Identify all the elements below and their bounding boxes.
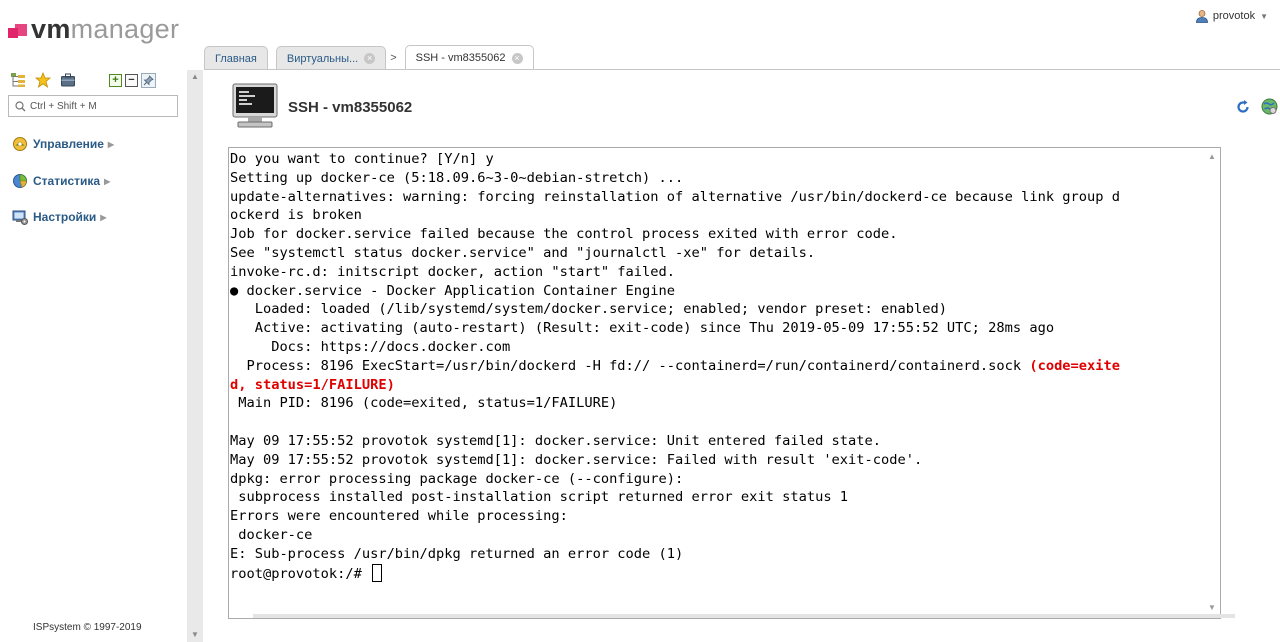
sidebar: + − Управление ▶ Статистика ▶ Настройки … xyxy=(0,62,186,642)
tab-label: SSH - vm8355062 xyxy=(415,52,506,64)
page-title: SSH - vm8355062 xyxy=(288,99,413,116)
scroll-up-arrow-icon[interactable]: ▲ xyxy=(1208,152,1216,161)
collapse-all-icon[interactable]: − xyxy=(125,73,138,87)
terminal-line: update-alternatives: warning: forcing re… xyxy=(230,188,1120,205)
sidebar-item-settings[interactable]: Настройки ▶ xyxy=(12,209,106,225)
logo-text-manager: manager xyxy=(70,13,180,44)
terminal-line-text: Process: 8196 ExecStart=/usr/bin/dockerd… xyxy=(230,357,1030,374)
expand-all-icon[interactable]: + xyxy=(109,73,122,87)
terminal-line: dpkg: error processing package docker-ce… xyxy=(230,470,684,487)
pie-chart-icon xyxy=(13,174,27,188)
terminal-line: Job for docker.service failed because th… xyxy=(230,226,898,243)
terminal-line: Setting up docker-ce (5:18.09.6~3-0~debi… xyxy=(230,169,684,186)
close-icon[interactable]: × xyxy=(511,52,523,64)
tab-label: Виртуальны... xyxy=(286,52,359,65)
terminal-cursor xyxy=(372,563,383,582)
ssh-terminal[interactable]: Do you want to continue? [Y/n] y Setting … xyxy=(228,147,1221,619)
error-text: (code=exite xyxy=(1029,357,1120,374)
search-input[interactable] xyxy=(30,100,170,112)
pin-icon[interactable] xyxy=(141,72,156,88)
terminal-line: Do you want to continue? [Y/n] y xyxy=(230,151,494,167)
shell-prompt: root@provotok:/# xyxy=(230,565,371,582)
star-icon[interactable] xyxy=(35,72,51,88)
terminal-prompt-line[interactable]: root@provotok:/# xyxy=(230,563,1120,584)
terminal-line: Errors were encountered while processing… xyxy=(230,508,568,525)
terminal-line: Active: activating (auto-restart) (Resul… xyxy=(230,320,1055,337)
sidebar-toolbar: + − xyxy=(10,70,156,90)
user-menu[interactable]: provotok ▼ xyxy=(1195,9,1268,23)
vmmanager-window: vm manager provotok ▼ + − Ctrl + Shift +… xyxy=(0,0,1280,642)
tab-ssh[interactable]: SSH - vm8355062 × xyxy=(404,45,534,70)
terminal-scrollbar[interactable]: ▲ ▼ xyxy=(1204,148,1220,618)
terminal-line: subprocess installed post-installation s… xyxy=(230,489,849,506)
terminal-line: ● docker.service - Docker Application Co… xyxy=(230,282,675,299)
error-text: d, status=1/FAILURE) xyxy=(230,376,395,393)
terminal-line: E: Sub-process /usr/bin/dpkg returned an… xyxy=(230,545,684,562)
terminal-line: Main PID: 8196 (code=exited, status=1/FA… xyxy=(230,395,618,412)
sidebar-item-label: Статистика xyxy=(33,174,101,188)
terminal-output: Do you want to continue? [Y/n] y Setting … xyxy=(230,150,1120,583)
sidebar-item-label: Настройки xyxy=(33,210,97,224)
breadcrumb-arrow-icon: > xyxy=(390,51,397,64)
tab-bar: Главная Виртуальны... × > SSH - vm835506… xyxy=(204,45,542,70)
terminal-horizontal-scrollbar[interactable] xyxy=(253,614,1235,618)
terminal-line: ockerd is broken xyxy=(230,207,362,224)
terminal-line: Loaded: loaded (/lib/systemd/system/dock… xyxy=(230,301,947,318)
sidebar-item-management[interactable]: Управление ▶ xyxy=(12,136,114,152)
terminal-monitor-icon xyxy=(232,83,278,128)
logo-text-vm: vm xyxy=(31,13,71,44)
terminal-line: May 09 17:55:52 provotok systemd[1]: doc… xyxy=(230,432,882,449)
chevron-right-icon: ▶ xyxy=(107,139,115,149)
globe-help-icon[interactable] xyxy=(1261,98,1278,115)
close-icon[interactable]: × xyxy=(364,53,376,64)
tab-label: Главная xyxy=(215,52,257,65)
scroll-down-arrow-icon[interactable]: ▼ xyxy=(1208,603,1216,612)
sidebar-search[interactable] xyxy=(8,95,178,117)
tab-virtual-machines[interactable]: Виртуальны... × xyxy=(275,46,387,70)
chevron-down-icon[interactable]: ▼ xyxy=(1260,12,1268,21)
sidebar-item-statistics[interactable]: Статистика ▶ xyxy=(12,173,110,189)
terminal-line: May 09 17:55:52 provotok systemd[1]: doc… xyxy=(230,451,923,468)
terminal-line-error: d, status=1/FAILURE) xyxy=(230,376,1120,395)
tree-view-icon[interactable] xyxy=(10,72,26,88)
terminal-line: Docs: https://docs.docker.com xyxy=(230,338,511,355)
sidebar-item-label: Управление xyxy=(33,137,104,151)
chevron-right-icon: ▶ xyxy=(104,176,111,186)
vmmanager-logo[interactable]: vm manager xyxy=(8,14,179,44)
terminal-line: docker-ce xyxy=(230,526,313,543)
terminal-line: invoke-rc.d: initscript docker, action "… xyxy=(230,263,675,280)
terminal-line: See "systemctl status docker.service" an… xyxy=(230,244,816,261)
refresh-icon[interactable] xyxy=(1236,100,1250,114)
user-name[interactable]: provotok xyxy=(1213,10,1255,22)
sidebar-scrollbar[interactable]: ▲ ▼ xyxy=(187,70,203,642)
terminal-line: ​ xyxy=(230,413,1120,432)
chevron-right-icon: ▶ xyxy=(100,212,107,222)
search-icon xyxy=(15,100,26,111)
management-icon xyxy=(13,137,27,151)
logo-mark-icon xyxy=(8,24,27,38)
briefcase-icon[interactable] xyxy=(60,72,76,88)
scroll-down-arrow-icon[interactable]: ▼ xyxy=(191,630,199,639)
tab-home[interactable]: Главная xyxy=(204,46,268,70)
user-icon xyxy=(1195,10,1208,23)
settings-monitor-icon xyxy=(12,210,28,225)
copyright-text: ISPsystem © 1997-2019 xyxy=(33,622,142,633)
scroll-up-arrow-icon[interactable]: ▲ xyxy=(191,72,199,81)
tab-divider xyxy=(204,69,1280,70)
terminal-line-process: Process: 8196 ExecStart=/usr/bin/dockerd… xyxy=(230,357,1120,376)
